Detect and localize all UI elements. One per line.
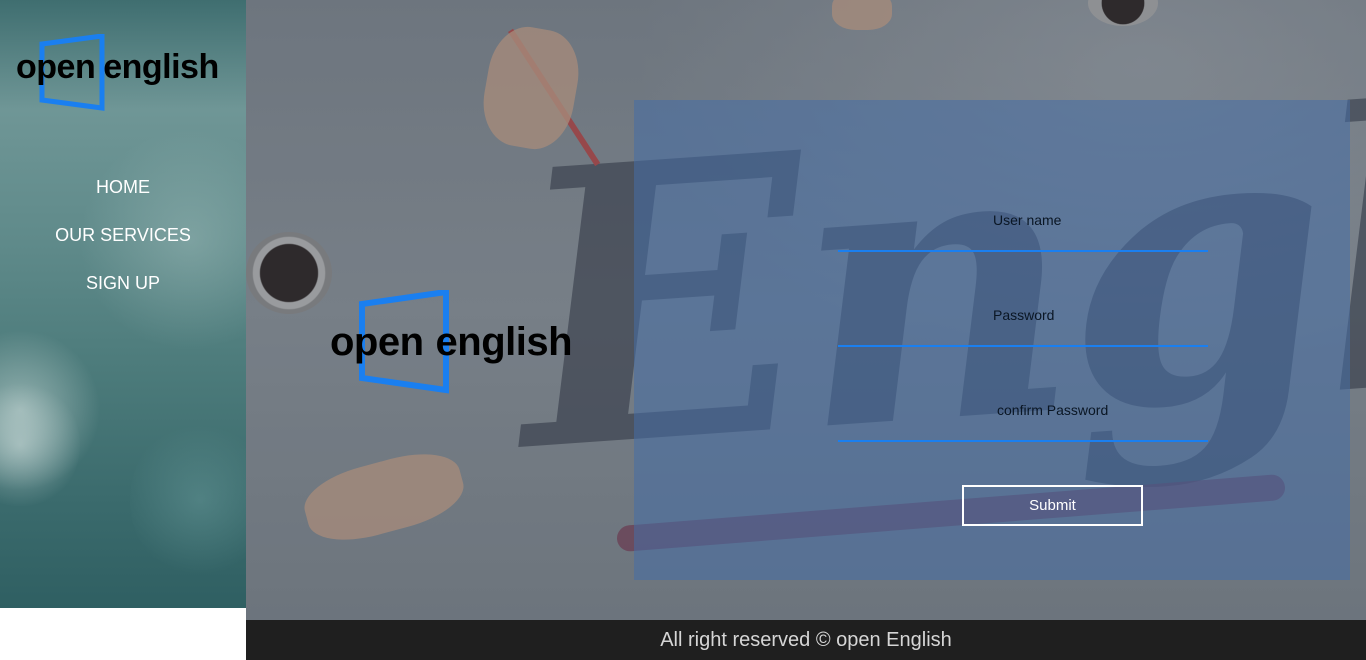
center-logo-text: open english (330, 320, 573, 365)
password-field[interactable]: Password (838, 307, 1208, 347)
nav-home[interactable]: HOME (0, 172, 246, 220)
submit-button[interactable]: Submit (962, 485, 1143, 526)
sidebar-logo[interactable]: open english (14, 30, 224, 111)
sidebar-bokeh-light (0, 380, 80, 510)
sidebar-nav: HOME OUR SERVICES SIGN UP (0, 172, 246, 316)
nav-our-services[interactable]: OUR SERVICES (0, 220, 246, 268)
center-logo-word-english: english (435, 320, 573, 364)
username-underline (838, 250, 1208, 252)
main-content: English openenglish User name Password c… (246, 0, 1366, 620)
password-label: Password (993, 307, 1055, 323)
logo-text: open english (16, 48, 219, 87)
nav-sign-up[interactable]: SIGN UP (0, 268, 246, 316)
confirm-password-label: confirm Password (997, 402, 1109, 418)
password-underline (838, 345, 1208, 347)
username-field[interactable]: User name (838, 212, 1208, 252)
confirm-password-underline (838, 440, 1208, 442)
confirm-password-field[interactable]: confirm Password (838, 402, 1208, 442)
center-logo-word-open: open (330, 320, 424, 364)
footer-text: All right reserved © open English (660, 628, 952, 651)
logo-word-open: open (16, 48, 96, 86)
username-label: User name (993, 212, 1062, 228)
footer: All right reserved © open English (246, 620, 1366, 660)
sidebar-bokeh-dark (130, 420, 246, 580)
sidebar: open english HOME OUR SERVICES SIGN UP (0, 0, 246, 608)
signup-form: User name Password confirm Password Subm… (634, 100, 1350, 580)
logo-word-english: english (103, 48, 219, 86)
center-logo: open english (328, 290, 618, 400)
